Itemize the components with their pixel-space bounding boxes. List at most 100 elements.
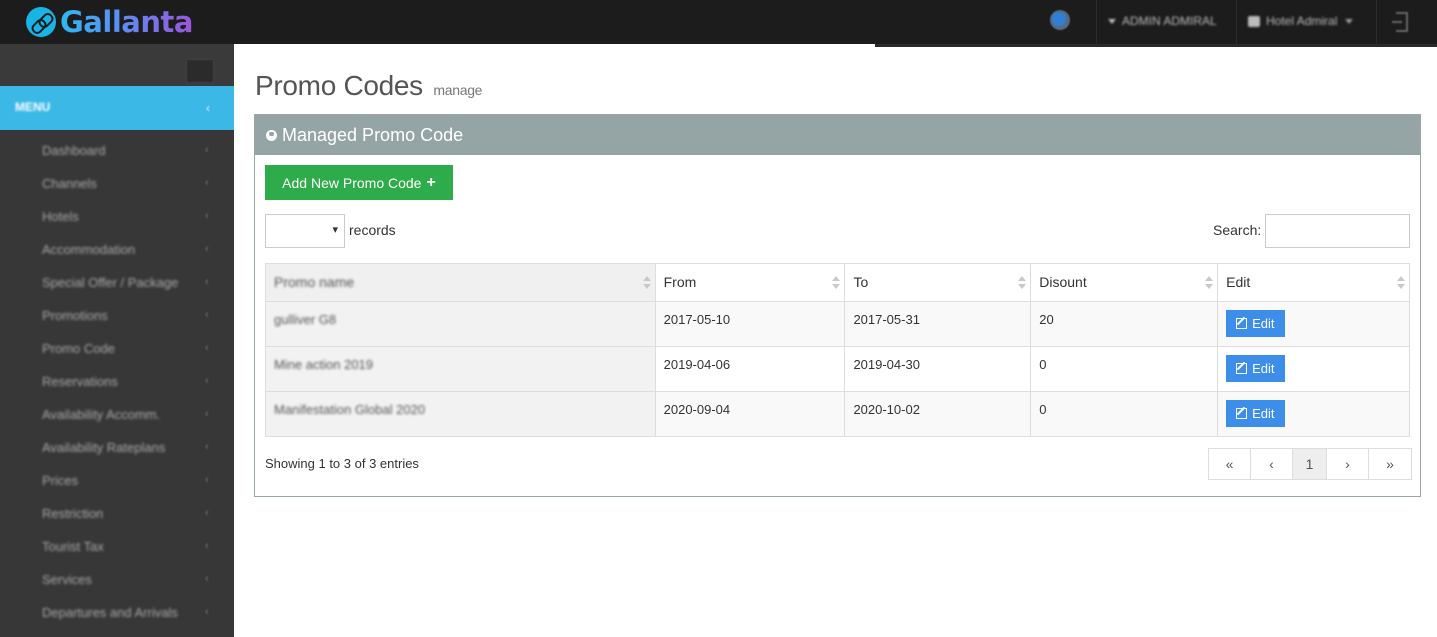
user-name: ADMIN ADMIRAL	[1122, 14, 1217, 28]
sidebar-item-label: Promotions	[42, 308, 108, 323]
sidebar-item-promo-code[interactable]: Promo Code ‹	[0, 333, 234, 366]
sidebar-item-dashboard[interactable]: Dashboard ‹	[0, 135, 234, 168]
edit-button[interactable]: Edit	[1226, 355, 1285, 382]
edit-label: Edit	[1252, 406, 1275, 421]
cell-discount: 0	[1030, 346, 1219, 392]
cell-promo-name: Manifestation Global 2020	[265, 391, 656, 437]
sidebar-item-label: Special Offer / Package	[42, 275, 179, 290]
sidebar-item-tourist-tax[interactable]: Tourist Tax ‹	[0, 531, 234, 564]
edit-icon	[1236, 408, 1248, 419]
cell-from: 2020-09-04	[654, 391, 846, 437]
header-label: Disount	[1039, 274, 1087, 290]
divider	[1236, 0, 1237, 44]
sidebar-item-accommodation[interactable]: Accommodation ‹	[0, 234, 234, 267]
panel-title: Managed Promo Code	[282, 125, 464, 145]
sidebar-item-label: Restriction	[42, 506, 104, 521]
cell-from: 2019-04-06	[654, 346, 846, 392]
column-header-edit[interactable]: Edit	[1217, 263, 1410, 302]
page-title: Promo Codes manage	[255, 70, 482, 102]
table-row: Mine action 2019 2019-04-06 2019-04-30 0…	[265, 346, 1410, 392]
cell-from: 2017-05-10	[654, 301, 846, 347]
sidebar-item-label: Tourist Tax	[42, 539, 104, 554]
sidebar: MENU ‹ Dashboard ‹ Channels ‹ Hotels ‹ Acco…	[0, 44, 234, 637]
hotel-name: Hotel Admiral	[1266, 14, 1338, 28]
pager-page-1-button[interactable]: 1	[1293, 449, 1327, 479]
topbar-shadow	[875, 44, 1437, 47]
search-label: Search:	[1213, 222, 1262, 238]
sidebar-item-departures-arrivals[interactable]: Departures and Arrivals ‹	[0, 597, 234, 630]
cell-edit: Edit	[1217, 346, 1410, 392]
chevron-left-icon: ‹	[205, 276, 209, 288]
cell-to: 2017-05-31	[844, 301, 1032, 347]
chevron-left-icon: ‹	[205, 474, 209, 486]
chevron-left-icon: ‹	[205, 540, 209, 552]
page-title-text: Promo Codes	[255, 70, 423, 101]
sidebar-menu-header[interactable]: MENU ‹	[0, 86, 234, 130]
sidebar-item-label: Departures and Arrivals	[42, 605, 178, 620]
logout-button[interactable]	[1392, 12, 1410, 32]
sidebar-item-reservations[interactable]: Reservations ‹	[0, 366, 234, 399]
divider	[1096, 0, 1097, 44]
sidebar-item-label: Accommodation	[42, 242, 136, 257]
caret-down-icon	[1345, 19, 1354, 25]
globe-icon	[266, 130, 277, 141]
edit-label: Edit	[1252, 316, 1275, 331]
chevron-left-icon: ‹	[206, 101, 210, 115]
sidebar-item-label: Reservations	[42, 374, 118, 389]
sidebar-item-services[interactable]: Services ‹	[0, 564, 234, 597]
edit-button[interactable]: Edit	[1226, 400, 1285, 427]
column-header-from[interactable]: From	[654, 263, 846, 302]
pager-last-button[interactable]: »	[1369, 449, 1411, 479]
cell-to: 2020-10-02	[844, 391, 1032, 437]
sidebar-item-restriction[interactable]: Restriction ‹	[0, 498, 234, 531]
column-header-to[interactable]: To	[844, 263, 1032, 302]
cell-discount: 0	[1030, 391, 1219, 437]
sidebar-item-prices[interactable]: Prices ‹	[0, 465, 234, 498]
column-header-discount[interactable]: Disount	[1030, 263, 1219, 302]
sidebar-item-label: Prices	[42, 473, 79, 488]
sidebar-item-promotions[interactable]: Promotions ‹	[0, 300, 234, 333]
search-input[interactable]	[1265, 214, 1410, 248]
records-label: records	[349, 222, 396, 238]
sidebar-item-availability-rateplans[interactable]: Availability Rateplans ‹	[0, 432, 234, 465]
notifications-button[interactable]	[1050, 10, 1076, 34]
table-row: gulliver G8 2017-05-10 2017-05-31 20 Edi…	[265, 301, 1410, 347]
notification-badge	[1052, 12, 1066, 26]
sidebar-item-label: Availability Rateplans	[42, 440, 166, 455]
sidebar-item-hotels[interactable]: Hotels ‹	[0, 201, 234, 234]
add-promo-code-button[interactable]: Add New Promo Code +	[265, 165, 453, 200]
edit-icon	[1236, 363, 1248, 374]
table-header-row: Promo name From To Disount Edit	[265, 263, 1410, 302]
cell-promo-name: gulliver G8	[265, 301, 656, 347]
top-navbar: Gallanta ADMIN ADMIRAL Hotel Admiral	[0, 0, 1437, 44]
pager-first-button[interactable]: «	[1209, 449, 1251, 479]
table-row: Manifestation Global 2020 2020-09-04 202…	[265, 391, 1410, 437]
sort-icon	[1205, 276, 1214, 290]
sort-icon	[1018, 276, 1027, 290]
menu-title: MENU	[15, 100, 51, 114]
chevron-left-icon: ‹	[205, 144, 209, 156]
cell-text: gulliver G8	[274, 312, 337, 327]
panel-header: Managed Promo Code	[255, 115, 1420, 155]
logout-arrow	[1392, 21, 1402, 23]
chevron-left-icon: ‹	[205, 441, 209, 453]
brand-logo[interactable]: Gallanta	[26, 5, 193, 39]
pager-prev-button[interactable]: ‹	[1251, 449, 1293, 479]
cell-promo-name: Mine action 2019	[265, 346, 656, 392]
page-subtitle: manage	[433, 82, 483, 98]
column-header-promo-name[interactable]: Promo name	[265, 263, 656, 302]
cell-text: Manifestation Global 2020	[274, 402, 426, 417]
divider	[1376, 0, 1377, 44]
chevron-left-icon: ‹	[205, 507, 209, 519]
sidebar-toggle-button[interactable]	[186, 59, 214, 83]
sidebar-item-channels[interactable]: Channels ‹	[0, 168, 234, 201]
sidebar-item-special-offer[interactable]: Special Offer / Package ‹	[0, 267, 234, 300]
hotel-dropdown[interactable]: Hotel Admiral	[1248, 14, 1354, 28]
edit-button[interactable]: Edit	[1226, 310, 1285, 337]
sidebar-item-availability-accomm[interactable]: Availability Accomm. ‹	[0, 399, 234, 432]
user-dropdown[interactable]: ADMIN ADMIRAL	[1108, 14, 1217, 28]
plus-icon: +	[426, 173, 436, 191]
header-label: To	[853, 274, 869, 290]
records-per-page-select[interactable]	[265, 214, 345, 248]
pager-next-button[interactable]: ›	[1327, 449, 1369, 479]
